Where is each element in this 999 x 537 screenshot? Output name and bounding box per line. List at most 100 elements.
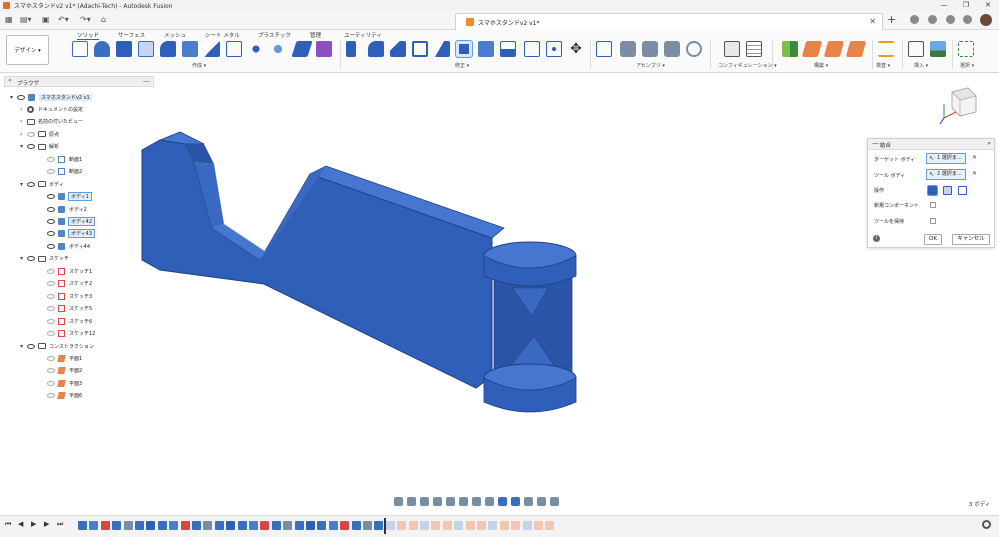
timeline-feature-icon[interactable]: [454, 521, 464, 530]
visibility-eye-icon[interactable]: [47, 355, 55, 361]
visibility-eye-icon[interactable]: [47, 206, 55, 212]
visibility-eye-icon[interactable]: [47, 156, 55, 162]
configure-icon[interactable]: [724, 41, 740, 57]
timeline-feature-icon[interactable]: [214, 521, 224, 530]
timeline-settings-icon[interactable]: [982, 520, 991, 529]
clear-target-icon[interactable]: ✕: [972, 154, 977, 161]
browser-node-body[interactable]: ボディ2: [40, 203, 87, 215]
dialog-collapse-icon[interactable]: —: [872, 139, 879, 147]
timeline-feature-icon[interactable]: [363, 521, 372, 530]
offset-plane-icon[interactable]: [782, 41, 798, 57]
job-status-icon[interactable]: [928, 15, 937, 24]
visibility-eye-icon[interactable]: [47, 318, 55, 324]
visibility-eye-icon[interactable]: [47, 169, 55, 175]
browser-node-sketch[interactable]: スケッチ6: [40, 315, 92, 327]
tab-manage[interactable]: 管理: [310, 31, 321, 39]
new-component-icon[interactable]: [596, 41, 612, 57]
create-form-icon[interactable]: [316, 41, 332, 57]
effects-icon[interactable]: [524, 496, 533, 506]
browser-expand-icon[interactable]: «: [8, 77, 12, 84]
workspace-switcher-button[interactable]: デザイン ▾: [6, 35, 49, 65]
timeline-feature-icon[interactable]: [78, 521, 87, 530]
tab-plastic[interactable]: プラスチック: [258, 31, 291, 39]
loft-icon[interactable]: [182, 41, 198, 57]
visibility-eye-icon[interactable]: [27, 131, 35, 137]
timeline-feature-icon[interactable]: [465, 521, 475, 530]
combine-icon[interactable]: [455, 40, 473, 58]
visibility-eye-icon[interactable]: [47, 368, 55, 374]
timeline-feature-icon[interactable]: [522, 521, 532, 530]
minimize-button[interactable]: —: [933, 0, 955, 11]
visibility-eye-icon[interactable]: [47, 219, 55, 224]
save-icon[interactable]: ▣: [42, 15, 50, 25]
timeline-feature-icon[interactable]: [545, 521, 555, 530]
shell-icon[interactable]: [412, 41, 428, 57]
browser-node-section[interactable]: 断面1: [40, 153, 82, 165]
group-label-assemble[interactable]: アセンブリ ▾: [636, 62, 665, 69]
plane-at-angle-icon[interactable]: [801, 41, 823, 57]
timeline-feature-icon[interactable]: [260, 521, 270, 530]
visibility-eye-icon[interactable]: [47, 268, 55, 274]
visibility-eye-icon[interactable]: [27, 343, 35, 349]
browser-node-folder[interactable]: ▾ スケッチ: [20, 253, 69, 265]
browser-node-sketch[interactable]: スケッチ2: [40, 278, 92, 290]
timeline-feature-icon[interactable]: [192, 521, 201, 530]
browser-node-folder[interactable]: › 原点: [20, 128, 59, 140]
viewports-icon[interactable]: [485, 496, 494, 506]
file-menu-icon[interactable]: ▤▾: [20, 15, 32, 25]
browser-header[interactable]: « ブラウザ —: [4, 76, 154, 87]
zoom-icon[interactable]: [433, 496, 442, 506]
visibility-eye-icon[interactable]: [47, 194, 55, 200]
timeline-first-icon[interactable]: ⏮: [5, 520, 11, 529]
split-face-icon[interactable]: [500, 41, 516, 57]
browser-node-root[interactable]: ▾ スマホスタンドv2 v1: [10, 91, 92, 103]
timeline-feature-icon[interactable]: [328, 521, 338, 530]
browser-node-folder[interactable]: ▾ コンストラクション: [20, 340, 94, 352]
group-label-construct[interactable]: 構築 ▾: [814, 62, 828, 69]
drive-joints-icon[interactable]: [686, 41, 702, 57]
timeline-feature-icon[interactable]: [306, 521, 315, 530]
timeline-feature-icon[interactable]: [157, 521, 167, 530]
group-label-inspect[interactable]: 検査 ▾: [876, 62, 890, 69]
midplane-icon[interactable]: [845, 41, 867, 57]
extrude-icon[interactable]: [94, 41, 110, 57]
timeline-prev-icon[interactable]: ◀: [18, 520, 23, 528]
measure-icon[interactable]: [878, 41, 894, 57]
timeline-feature-icon[interactable]: [180, 521, 190, 530]
timeline-feature-icon[interactable]: [408, 521, 418, 530]
close-window-button[interactable]: ✕: [977, 0, 999, 11]
target-body-selector[interactable]: ↖ 1 選択ま...: [926, 153, 966, 164]
move-copy-icon[interactable]: ✥: [568, 41, 584, 57]
thicken-icon[interactable]: [291, 41, 313, 57]
browser-node-folder[interactable]: ▾ ボディ: [20, 178, 64, 190]
timeline-feature-icon[interactable]: [374, 521, 384, 530]
info-icon[interactable]: i: [873, 235, 880, 242]
help-icon[interactable]: [963, 15, 972, 24]
browser-node-body[interactable]: ボディ44: [40, 240, 90, 252]
browser-node-body[interactable]: ボディ1: [40, 191, 92, 203]
timeline-feature-icon[interactable]: [237, 521, 247, 530]
maximize-button[interactable]: ❐: [955, 0, 977, 11]
browser-collapse-icon[interactable]: —: [143, 77, 150, 85]
extensions-icon[interactable]: [910, 15, 919, 24]
timeline-feature-icon[interactable]: [488, 521, 498, 530]
close-tab-icon[interactable]: ✕: [869, 17, 876, 26]
sweep-icon[interactable]: [160, 41, 176, 57]
browser-node-section[interactable]: 断面2: [40, 166, 82, 178]
fillet-icon[interactable]: [368, 41, 384, 57]
timeline-feature-icon[interactable]: [385, 521, 395, 530]
browser-node-body[interactable]: ボディ43: [40, 228, 96, 240]
new-component-checkbox[interactable]: [930, 202, 936, 208]
visibility-eye-icon[interactable]: [27, 181, 35, 187]
timeline-feature-icon[interactable]: [226, 521, 236, 530]
timeline-feature-icon[interactable]: [283, 521, 293, 530]
timeline-marker[interactable]: [384, 518, 386, 534]
group-label-modify[interactable]: 修正 ▾: [455, 62, 469, 69]
visibility-eye-icon[interactable]: [27, 256, 35, 262]
grid-settings-icon[interactable]: [472, 496, 481, 506]
select-icon[interactable]: [958, 41, 974, 57]
group-label-select[interactable]: 選択 ▾: [960, 62, 974, 69]
timeline-feature-icon[interactable]: [249, 521, 258, 530]
view-cube[interactable]: [938, 82, 982, 126]
joint-icon[interactable]: [620, 41, 636, 57]
